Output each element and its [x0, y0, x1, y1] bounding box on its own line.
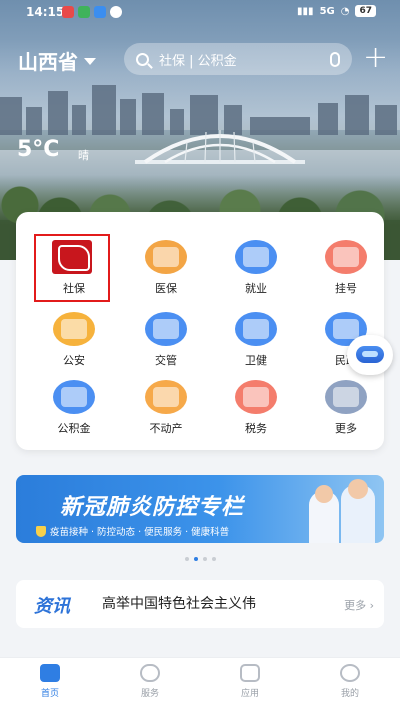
news-tag: 资讯: [34, 596, 70, 617]
news-more-link[interactable]: 更多 ›: [344, 597, 374, 613]
services-card: 社保 医保 就业 挂号 公安 交管 卫健 民政 公积金 不动产 税务 更多: [16, 212, 384, 450]
heart-icon: [140, 664, 160, 682]
search-bar[interactable]: 社保 | 公积金: [124, 43, 352, 75]
region-selector[interactable]: 山西省: [18, 46, 96, 75]
tab-label: 首页: [40, 689, 59, 699]
service-item-2[interactable]: 医保: [126, 240, 206, 310]
icon-glyph: [61, 319, 87, 339]
assistant-robot-button[interactable]: [347, 335, 393, 375]
tab-label: 应用: [240, 689, 259, 699]
service-label: 公积金: [57, 422, 91, 435]
service-label: 公安: [63, 354, 85, 367]
service-label: 挂号: [335, 282, 357, 295]
tab-label: 我的: [340, 689, 359, 699]
microphone-icon[interactable]: [330, 51, 340, 67]
selected-highlight-box: [34, 234, 110, 302]
carousel-dot-active[interactable]: [193, 557, 198, 561]
network-label: 5G: [319, 5, 335, 17]
covid-banner[interactable]: 新冠肺炎防控专栏 疫苗接种 · 防控动态 · 便民服务 · 健康科普: [16, 475, 384, 543]
banner-title: 新冠肺炎防控专栏: [60, 495, 245, 520]
road-icon: [145, 312, 187, 346]
icon-glyph: [333, 319, 359, 339]
search-placeholder: 社保 | 公积金: [159, 53, 237, 69]
icon-glyph: [333, 387, 359, 407]
weather-temperature: 5°C: [17, 137, 60, 162]
more-grid-icon: [325, 380, 367, 414]
service-label: 不动产: [149, 422, 183, 435]
chevron-down-icon: [84, 58, 96, 65]
heartbeat-icon: [235, 312, 277, 346]
battery-icon: 67: [355, 5, 376, 17]
tab-label: 服务: [140, 689, 159, 699]
banner-subtitle-row: 疫苗接种 · 防控动态 · 便民服务 · 健康科普: [36, 524, 229, 538]
service-label: 更多: [335, 422, 357, 435]
briefcase-icon: [235, 240, 277, 274]
home-icon: [40, 664, 60, 682]
icon-glyph: [243, 247, 269, 267]
police-badge-icon: [53, 312, 95, 346]
icon-glyph: [153, 387, 179, 407]
service-item-5[interactable]: 公安: [34, 312, 114, 382]
tab-services[interactable]: 服务: [120, 664, 180, 699]
notification-icon: [78, 6, 90, 18]
add-button[interactable]: +: [363, 43, 388, 73]
icon-glyph: [153, 247, 179, 267]
status-right: ▮▮▮ 5G ◔ 67: [297, 5, 376, 17]
carousel-dot[interactable]: [184, 557, 189, 561]
notification-icon: [94, 6, 106, 18]
region-label: 山西省: [18, 50, 78, 74]
house-fund-icon: [53, 380, 95, 414]
notification-icon: [62, 6, 74, 18]
status-notification-icons: [62, 6, 122, 18]
service-item-4[interactable]: 挂号: [306, 240, 386, 310]
news-headline[interactable]: 高举中国特色社会主义伟: [102, 593, 322, 613]
service-label: 税务: [245, 422, 267, 435]
user-icon: [340, 664, 360, 682]
tab-mine[interactable]: 我的: [320, 664, 380, 699]
icon-glyph: [153, 319, 179, 339]
medical-insurance-icon: [145, 240, 187, 274]
banner-subtitle: 疫苗接种 · 防控动态 · 便民服务 · 健康科普: [50, 527, 230, 538]
hospital-icon: [325, 240, 367, 274]
property-icon: [145, 380, 187, 414]
carousel-indicator: [0, 557, 400, 563]
status-time: 14:15: [26, 5, 65, 19]
carousel-dot[interactable]: [211, 557, 216, 561]
cube-icon: [240, 664, 260, 682]
icon-glyph: [243, 387, 269, 407]
carousel-dot[interactable]: [202, 557, 207, 561]
news-ticker[interactable]: 资讯 高举中国特色社会主义伟 更多 ›: [16, 580, 384, 628]
tax-icon: [235, 380, 277, 414]
bottom-tab-bar: 首页 服务 应用 我的: [0, 657, 400, 711]
service-label: 交管: [155, 354, 177, 367]
service-item-9[interactable]: 公积金: [34, 380, 114, 450]
search-icon: [136, 52, 149, 66]
doctor-head: [315, 485, 333, 503]
sim-signal-icon: ▮▮▮: [297, 5, 314, 17]
shield-icon: [36, 525, 46, 537]
tab-home[interactable]: 首页: [20, 664, 80, 699]
icon-glyph: [333, 247, 359, 267]
service-item-7[interactable]: 卫健: [216, 312, 296, 382]
service-item-6[interactable]: 交管: [126, 312, 206, 382]
wifi-icon: ◔: [340, 5, 350, 17]
service-label: 就业: [245, 282, 267, 295]
service-item-11[interactable]: 税务: [216, 380, 296, 450]
service-label: 卫健: [245, 354, 267, 367]
icon-glyph: [61, 387, 87, 407]
weather-condition: 晴: [78, 149, 89, 162]
tab-apps[interactable]: 应用: [220, 664, 280, 699]
service-label: 医保: [155, 282, 177, 295]
service-item-12[interactable]: 更多: [306, 380, 386, 450]
notification-icon: [110, 6, 122, 18]
status-bar: 14:15 ▮▮▮ 5G ◔ 67: [0, 0, 400, 26]
doctor-head: [348, 479, 368, 499]
service-item-10[interactable]: 不动产: [126, 380, 206, 450]
icon-glyph: [243, 319, 269, 339]
service-item-3[interactable]: 就业: [216, 240, 296, 310]
arch-bridge: [135, 130, 305, 164]
